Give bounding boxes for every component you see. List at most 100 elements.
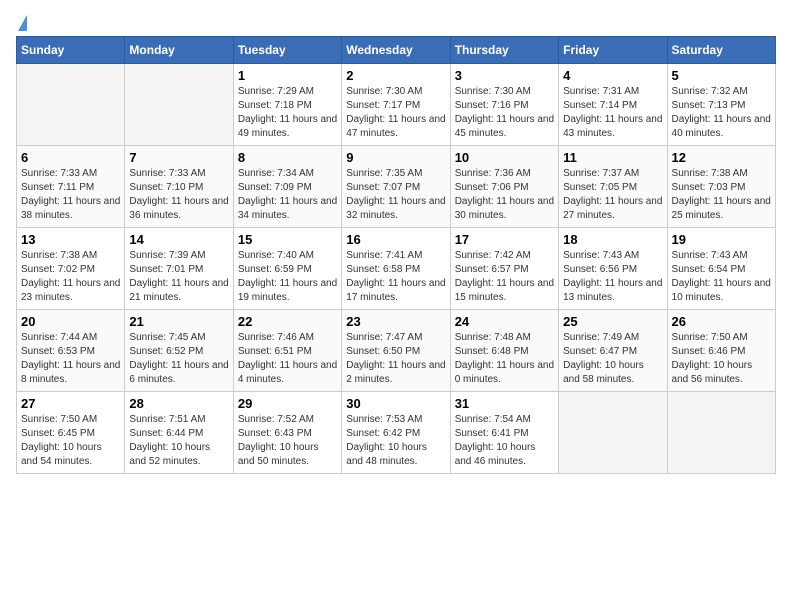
day-info: Sunrise: 7:40 AM Sunset: 6:59 PM Dayligh… (238, 249, 337, 305)
calendar-cell: 5Sunrise: 7:32 AM Sunset: 7:13 PM Daylig… (667, 64, 775, 146)
calendar-cell: 3Sunrise: 7:30 AM Sunset: 7:16 PM Daylig… (450, 64, 558, 146)
day-number: 11 (563, 150, 662, 165)
calendar-cell: 8 Sunrise: 7:34 AM Sunset: 7:09 PM Daylig… (233, 146, 341, 228)
day-number: 18 (563, 232, 662, 247)
day-number: 8 (238, 150, 337, 165)
day-number: 20 (21, 314, 120, 329)
calendar-cell: 18 Sunrise: 7:43 AM Sunset: 6:56 PM Dayli… (559, 228, 667, 310)
day-info: Sunrise: 7:34 AM Sunset: 7:09 PM Dayligh… (238, 167, 337, 223)
day-number: 7 (129, 150, 228, 165)
calendar-cell: 29 Sunrise: 7:52 AM Sunset: 6:43 PM Dayli… (233, 392, 341, 474)
calendar-cell: 22Sunrise: 7:46 AM Sunset: 6:51 PM Dayli… (233, 310, 341, 392)
calendar-cell: 14Sunrise: 7:39 AM Sunset: 7:01 PM Dayli… (125, 228, 233, 310)
day-info: Sunrise: 7:46 AM Sunset: 6:51 PM Dayligh… (238, 331, 337, 387)
logo-arrow-icon (18, 15, 27, 31)
day-info: Sunrise: 7:41 AM Sunset: 6:58 PM Dayligh… (346, 249, 445, 305)
day-number: 19 (672, 232, 771, 247)
calendar-cell (125, 64, 233, 146)
day-number: 6 (21, 150, 120, 165)
calendar-cell: 16 Sunrise: 7:41 AM Sunset: 6:58 PM Dayli… (342, 228, 450, 310)
calendar-week-row: 20 Sunrise: 7:44 AM Sunset: 6:53 PM Dayli… (17, 310, 776, 392)
day-number: 24 (455, 314, 554, 329)
calendar-cell: 4 Sunrise: 7:31 AM Sunset: 7:14 PM Daylig… (559, 64, 667, 146)
day-number: 23 (346, 314, 445, 329)
calendar-cell: 6Sunrise: 7:33 AM Sunset: 7:11 PM Daylig… (17, 146, 125, 228)
calendar-cell: 1 Sunrise: 7:29 AM Sunset: 7:18 PM Daylig… (233, 64, 341, 146)
day-info: Sunrise: 7:35 AM Sunset: 7:07 PM Dayligh… (346, 167, 445, 223)
day-header-tuesday: Tuesday (233, 37, 341, 64)
day-info: Sunrise: 7:33 AM Sunset: 7:10 PM Dayligh… (129, 167, 228, 223)
day-number: 25 (563, 314, 662, 329)
calendar-cell: 19 Sunrise: 7:43 AM Sunset: 6:54 PM Dayli… (667, 228, 775, 310)
day-info: Sunrise: 7:38 AM Sunset: 7:02 PM Dayligh… (21, 249, 120, 305)
calendar-cell: 30Sunrise: 7:53 AM Sunset: 6:42 PM Dayli… (342, 392, 450, 474)
calendar-cell: 15 Sunrise: 7:40 AM Sunset: 6:59 PM Dayli… (233, 228, 341, 310)
calendar-cell: 24Sunrise: 7:48 AM Sunset: 6:48 PM Dayli… (450, 310, 558, 392)
day-number: 28 (129, 396, 228, 411)
day-info: Sunrise: 7:30 AM Sunset: 7:17 PM Dayligh… (346, 85, 445, 141)
day-number: 4 (563, 68, 662, 83)
day-info: Sunrise: 7:39 AM Sunset: 7:01 PM Dayligh… (129, 249, 228, 305)
day-number: 29 (238, 396, 337, 411)
calendar-cell: 13 Sunrise: 7:38 AM Sunset: 7:02 PM Dayli… (17, 228, 125, 310)
day-number: 2 (346, 68, 445, 83)
day-info: Sunrise: 7:49 AM Sunset: 6:47 PM Dayligh… (563, 331, 662, 387)
day-number: 9 (346, 150, 445, 165)
calendar-cell: 27 Sunrise: 7:50 AM Sunset: 6:45 PM Dayli… (17, 392, 125, 474)
day-info: Sunrise: 7:47 AM Sunset: 6:50 PM Dayligh… (346, 331, 445, 387)
day-info: Sunrise: 7:43 AM Sunset: 6:54 PM Dayligh… (672, 249, 771, 305)
day-number: 13 (21, 232, 120, 247)
calendar-cell: 28 Sunrise: 7:51 AM Sunset: 6:44 PM Dayli… (125, 392, 233, 474)
calendar-cell: 20 Sunrise: 7:44 AM Sunset: 6:53 PM Dayli… (17, 310, 125, 392)
calendar-cell (667, 392, 775, 474)
calendar-cell: 25 Sunrise: 7:49 AM Sunset: 6:47 PM Dayli… (559, 310, 667, 392)
day-number: 12 (672, 150, 771, 165)
day-header-saturday: Saturday (667, 37, 775, 64)
day-header-thursday: Thursday (450, 37, 558, 64)
calendar-cell: 17 Sunrise: 7:42 AM Sunset: 6:57 PM Dayli… (450, 228, 558, 310)
day-number: 26 (672, 314, 771, 329)
day-info: Sunrise: 7:32 AM Sunset: 7:13 PM Dayligh… (672, 85, 771, 141)
calendar-week-row: 13 Sunrise: 7:38 AM Sunset: 7:02 PM Dayli… (17, 228, 776, 310)
day-info: Sunrise: 7:36 AM Sunset: 7:06 PM Dayligh… (455, 167, 554, 223)
day-info: Sunrise: 7:54 AM Sunset: 6:41 PM Dayligh… (455, 413, 554, 469)
day-number: 17 (455, 232, 554, 247)
day-info: Sunrise: 7:43 AM Sunset: 6:56 PM Dayligh… (563, 249, 662, 305)
calendar-cell: 23 Sunrise: 7:47 AM Sunset: 6:50 PM Dayli… (342, 310, 450, 392)
day-info: Sunrise: 7:29 AM Sunset: 7:18 PM Dayligh… (238, 85, 337, 141)
logo (16, 16, 27, 28)
day-number: 27 (21, 396, 120, 411)
day-info: Sunrise: 7:50 AM Sunset: 6:46 PM Dayligh… (672, 331, 771, 387)
day-number: 10 (455, 150, 554, 165)
day-info: Sunrise: 7:42 AM Sunset: 6:57 PM Dayligh… (455, 249, 554, 305)
day-number: 15 (238, 232, 337, 247)
calendar-week-row: 1 Sunrise: 7:29 AM Sunset: 7:18 PM Daylig… (17, 64, 776, 146)
day-header-friday: Friday (559, 37, 667, 64)
calendar-table: SundayMondayTuesdayWednesdayThursdayFrid… (16, 36, 776, 474)
day-number: 16 (346, 232, 445, 247)
calendar-cell (559, 392, 667, 474)
day-number: 1 (238, 68, 337, 83)
calendar-cell: 12Sunrise: 7:38 AM Sunset: 7:03 PM Dayli… (667, 146, 775, 228)
calendar-cell: 21Sunrise: 7:45 AM Sunset: 6:52 PM Dayli… (125, 310, 233, 392)
calendar-cell (17, 64, 125, 146)
day-header-monday: Monday (125, 37, 233, 64)
day-info: Sunrise: 7:37 AM Sunset: 7:05 PM Dayligh… (563, 167, 662, 223)
day-header-wednesday: Wednesday (342, 37, 450, 64)
calendar-cell: 26 Sunrise: 7:50 AM Sunset: 6:46 PM Dayli… (667, 310, 775, 392)
calendar-cell: 10 Sunrise: 7:36 AM Sunset: 7:06 PM Dayli… (450, 146, 558, 228)
calendar-cell: 9 Sunrise: 7:35 AM Sunset: 7:07 PM Daylig… (342, 146, 450, 228)
day-info: Sunrise: 7:51 AM Sunset: 6:44 PM Dayligh… (129, 413, 228, 469)
calendar-cell: 7 Sunrise: 7:33 AM Sunset: 7:10 PM Daylig… (125, 146, 233, 228)
day-number: 21 (129, 314, 228, 329)
day-info: Sunrise: 7:44 AM Sunset: 6:53 PM Dayligh… (21, 331, 120, 387)
calendar-cell: 11 Sunrise: 7:37 AM Sunset: 7:05 PM Dayli… (559, 146, 667, 228)
day-info: Sunrise: 7:52 AM Sunset: 6:43 PM Dayligh… (238, 413, 337, 469)
day-info: Sunrise: 7:50 AM Sunset: 6:45 PM Dayligh… (21, 413, 120, 469)
day-info: Sunrise: 7:31 AM Sunset: 7:14 PM Dayligh… (563, 85, 662, 141)
day-info: Sunrise: 7:53 AM Sunset: 6:42 PM Dayligh… (346, 413, 445, 469)
calendar-header-row: SundayMondayTuesdayWednesdayThursdayFrid… (17, 37, 776, 64)
calendar-cell: 2 Sunrise: 7:30 AM Sunset: 7:17 PM Daylig… (342, 64, 450, 146)
day-number: 3 (455, 68, 554, 83)
page-header (16, 16, 776, 28)
